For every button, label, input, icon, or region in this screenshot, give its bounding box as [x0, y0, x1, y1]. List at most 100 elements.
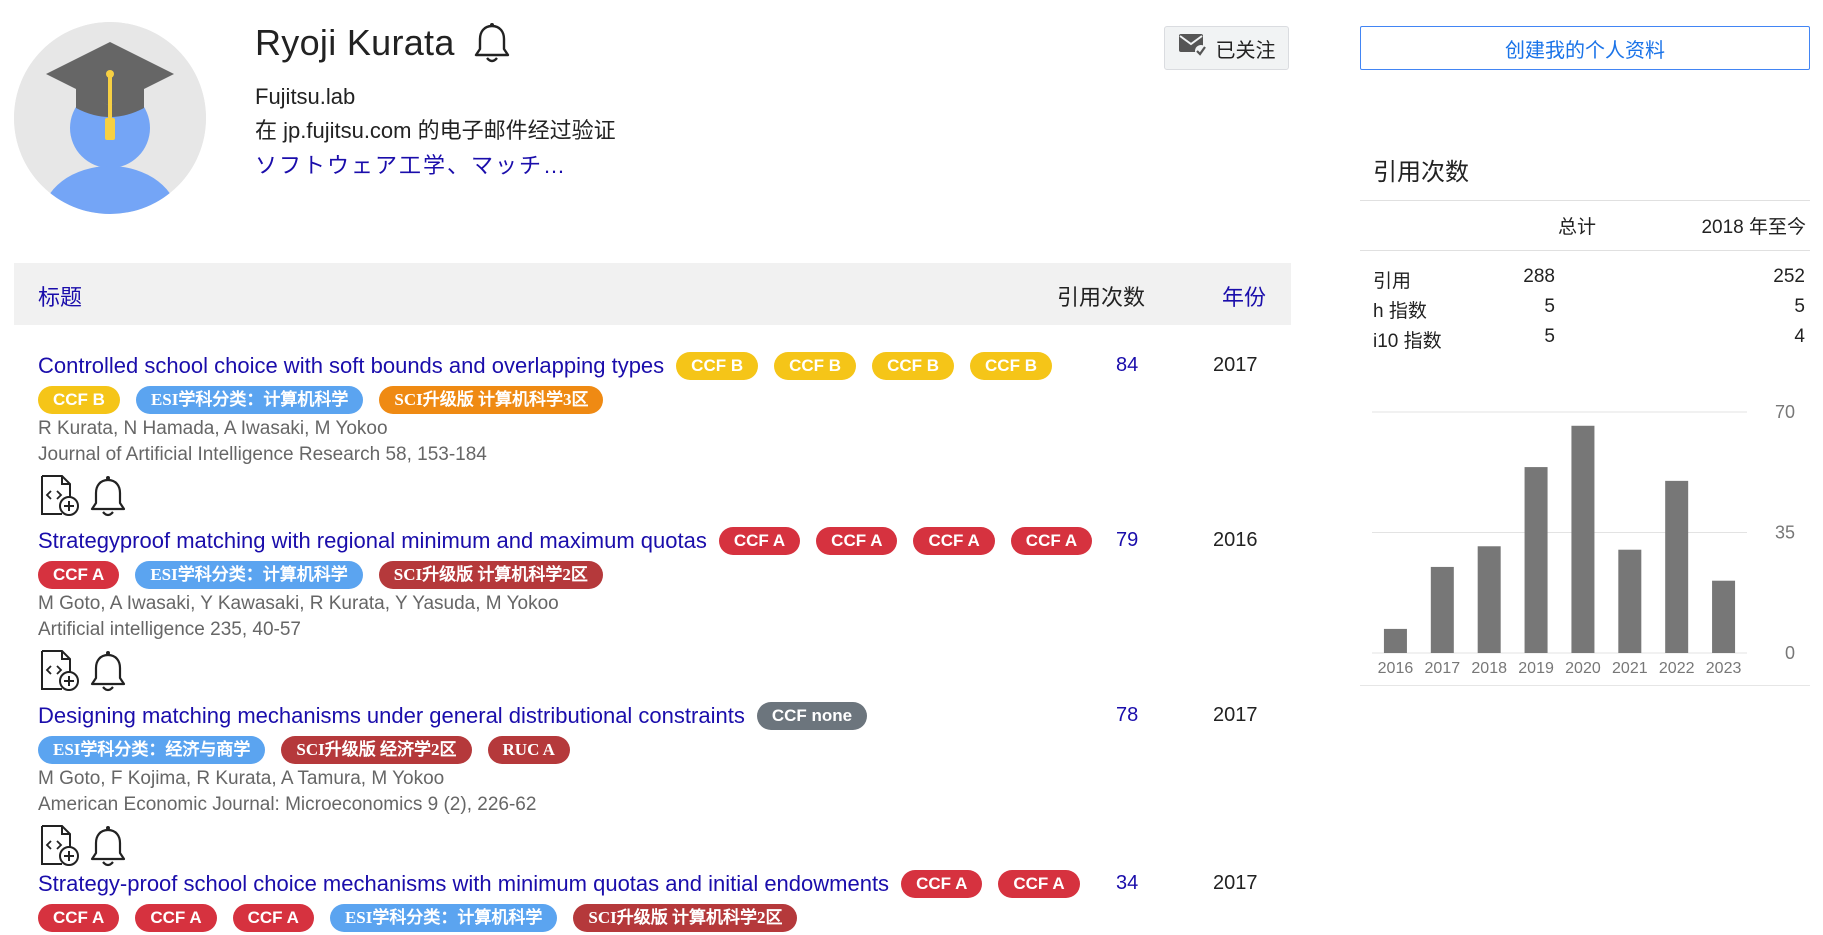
stat-label: h 指数 — [1373, 301, 1427, 322]
rank-badge: CCF A — [913, 527, 995, 555]
research-interests-link[interactable]: ソフトウェア工学、マッチ… — [255, 148, 567, 180]
profile-affiliation: Fujitsu.lab — [255, 84, 356, 109]
stat-row-i10-index: i10 指数 5 4 — [1373, 326, 1805, 352]
chart-bar-2016[interactable] — [1383, 628, 1407, 653]
chart-y-tick-label: 70 — [1775, 402, 1795, 422]
chart-bar-2021[interactable] — [1618, 549, 1642, 653]
stat-since: 252 — [1773, 266, 1805, 287]
publication-actions — [38, 649, 1298, 693]
stat-since: 4 — [1794, 326, 1805, 347]
publication-authors: R Kurata, N Hamada, A Iwasaki, M Yokoo — [38, 418, 388, 439]
alert-bell-icon[interactable] — [88, 649, 128, 693]
publication-year: 2017 — [1213, 704, 1258, 726]
chart-bar-2019[interactable] — [1524, 467, 1548, 653]
rank-badge: RUC A — [487, 736, 570, 764]
stat-row-citations: 引用 288 252 — [1373, 266, 1805, 292]
rank-badge: CCF B — [676, 352, 759, 380]
chart-x-tick-label: 2017 — [1425, 660, 1461, 677]
publications-table-header: 标题 引用次数 年份 — [14, 263, 1291, 325]
chart-bar-2017[interactable] — [1430, 566, 1454, 653]
cited-by-count-link[interactable]: 79 — [1116, 529, 1138, 552]
publication-year: 2017 — [1213, 354, 1258, 376]
cited-by-count-link[interactable]: 78 — [1116, 704, 1138, 727]
publication-row: Designing matching mechanisms under gene… — [38, 702, 1298, 868]
rank-badge: CCF A — [135, 904, 217, 932]
follow-bell-icon[interactable] — [473, 22, 511, 64]
rank-badge: SCI升级版 计算机科学2区 — [573, 904, 798, 932]
rank-badge: ESI学科分类：计算机科学 — [135, 386, 364, 414]
publication-title-link[interactable]: Strategy-proof school choice mechanisms … — [38, 871, 889, 897]
stat-total: 5 — [1544, 296, 1555, 317]
chart-bar-2020[interactable] — [1571, 425, 1595, 653]
stat-label: 引用 — [1373, 271, 1412, 292]
col-since-header: 2018 年至今 — [1701, 217, 1806, 238]
sort-by-title[interactable]: 标题 — [38, 280, 82, 312]
rank-badge: CCF B — [872, 352, 955, 380]
rank-badge: CCF A — [1010, 527, 1093, 555]
publication-title-line: Strategyproof matching with regional min… — [38, 527, 1118, 589]
chart-y-tick-label: 0 — [1785, 643, 1795, 663]
follow-button-label: 已关注 — [1215, 39, 1276, 62]
stat-total: 5 — [1544, 326, 1555, 347]
mail-check-icon — [1178, 32, 1208, 64]
alert-bell-icon[interactable] — [88, 824, 128, 868]
rank-badge: CCF B — [38, 386, 120, 414]
rank-badge: CCF B — [774, 352, 857, 380]
chart-x-tick-label: 2023 — [1706, 660, 1742, 677]
divider — [1360, 200, 1810, 201]
rank-badge: CCF A — [232, 904, 314, 932]
publication-authors: M Goto, A Iwasaki, Y Kawasaki, R Kurata,… — [38, 593, 559, 614]
chart-y-tick-label: 35 — [1775, 523, 1795, 543]
create-profile-button[interactable]: 创建我的个人资料 — [1360, 26, 1810, 70]
col-total-header: 总计 — [1558, 217, 1597, 238]
chart-bar-2018[interactable] — [1477, 546, 1501, 653]
avatar — [14, 22, 206, 214]
cited-by-count-link[interactable]: 34 — [1116, 872, 1138, 895]
rank-badge: ESI学科分类：计算机科学 — [329, 904, 558, 932]
chart-x-tick-label: 2016 — [1378, 660, 1414, 677]
publication-title-link[interactable]: Designing matching mechanisms under gene… — [38, 703, 745, 729]
chart-x-tick-label: 2019 — [1518, 660, 1554, 677]
verified-email-text: 在 jp.fujitsu.com 的电子邮件经过验证 — [255, 118, 616, 143]
citations-heading: 引用次数 — [1373, 159, 1469, 186]
rank-badge: CCF B — [970, 352, 1052, 380]
add-citation-icon[interactable] — [38, 474, 82, 518]
rank-badge: ESI学科分类：经济与商学 — [38, 736, 266, 764]
scholar-avatar-icon — [14, 22, 206, 214]
chart-bar-2023[interactable] — [1712, 580, 1736, 653]
stat-total: 288 — [1523, 266, 1555, 287]
publication-row: Strategyproof matching with regional min… — [38, 527, 1298, 693]
cited-by-count-link[interactable]: 84 — [1116, 354, 1138, 377]
publication-year: 2016 — [1213, 529, 1258, 551]
chart-x-tick-label: 2020 — [1565, 660, 1601, 677]
rank-badge: CCF A — [38, 904, 120, 932]
publication-row: Controlled school choice with soft bound… — [38, 352, 1298, 518]
sort-by-year[interactable]: 年份 — [1222, 280, 1266, 312]
rank-badge: CCF A — [901, 870, 983, 898]
publication-authors: M Goto, F Kojima, R Kurata, A Tamura, M … — [38, 768, 445, 789]
publication-actions — [38, 474, 1298, 518]
cited-by-header: 引用次数 — [1057, 285, 1146, 310]
publication-title-line: Designing matching mechanisms under gene… — [38, 702, 1118, 764]
publication-venue: Journal of Artificial Intelligence Resea… — [38, 444, 487, 465]
chart-bar-2022[interactable] — [1665, 480, 1689, 653]
rank-badge: ESI学科分类：计算机科学 — [135, 561, 363, 589]
follow-button[interactable]: 已关注 — [1164, 26, 1289, 70]
publication-row: Strategy-proof school choice mechanisms … — [38, 870, 1298, 932]
divider — [1360, 250, 1810, 251]
add-citation-icon[interactable] — [38, 649, 82, 693]
rank-badge: SCI升级版 计算机科学3区 — [379, 386, 604, 414]
chart-x-tick-label: 2021 — [1612, 660, 1648, 677]
rank-badge: CCF A — [718, 527, 801, 555]
rank-badge: CCF A — [998, 870, 1080, 898]
alert-bell-icon[interactable] — [88, 474, 128, 518]
publication-title-link[interactable]: Strategyproof matching with regional min… — [38, 528, 707, 554]
stat-row-h-index: h 指数 5 5 — [1373, 296, 1805, 322]
chart-x-tick-label: 2022 — [1659, 660, 1695, 677]
rank-badge: CCF A — [816, 527, 898, 555]
divider — [1360, 685, 1810, 686]
add-citation-icon[interactable] — [38, 824, 82, 868]
profile-name: Ryoji Kurata — [255, 22, 455, 63]
publication-title-link[interactable]: Controlled school choice with soft bound… — [38, 353, 664, 379]
rank-badge: SCI升级版 计算机科学2区 — [378, 561, 603, 589]
